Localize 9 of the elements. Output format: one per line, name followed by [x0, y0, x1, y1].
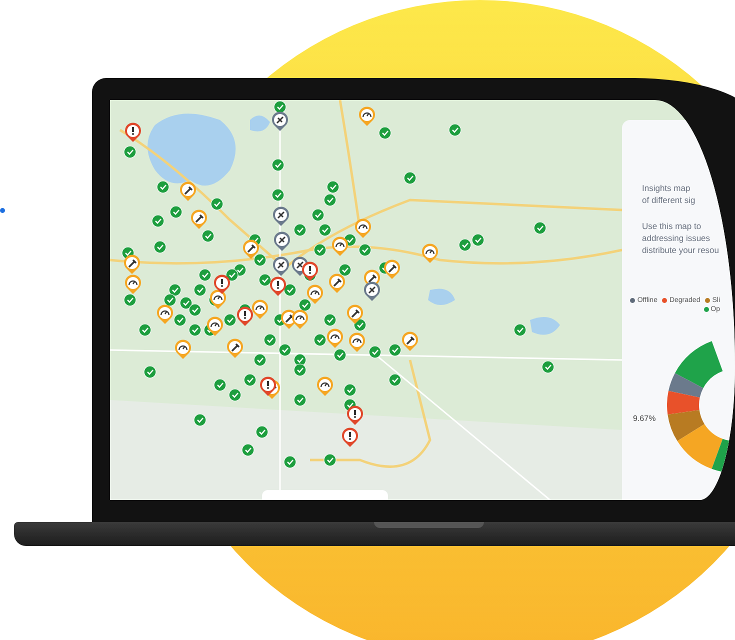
description-text: Use this map to — [642, 220, 702, 232]
description-text: Insights map — [642, 182, 692, 194]
description-text: addressing issues — [642, 232, 712, 244]
dot-icon — [0, 208, 5, 213]
description-text: distribute your resou — [642, 244, 720, 256]
donut-segment — [667, 390, 700, 414]
percentage-label: 9.67% — [633, 414, 656, 423]
description-text: of different sig — [642, 194, 696, 206]
donut-segment — [668, 410, 704, 442]
